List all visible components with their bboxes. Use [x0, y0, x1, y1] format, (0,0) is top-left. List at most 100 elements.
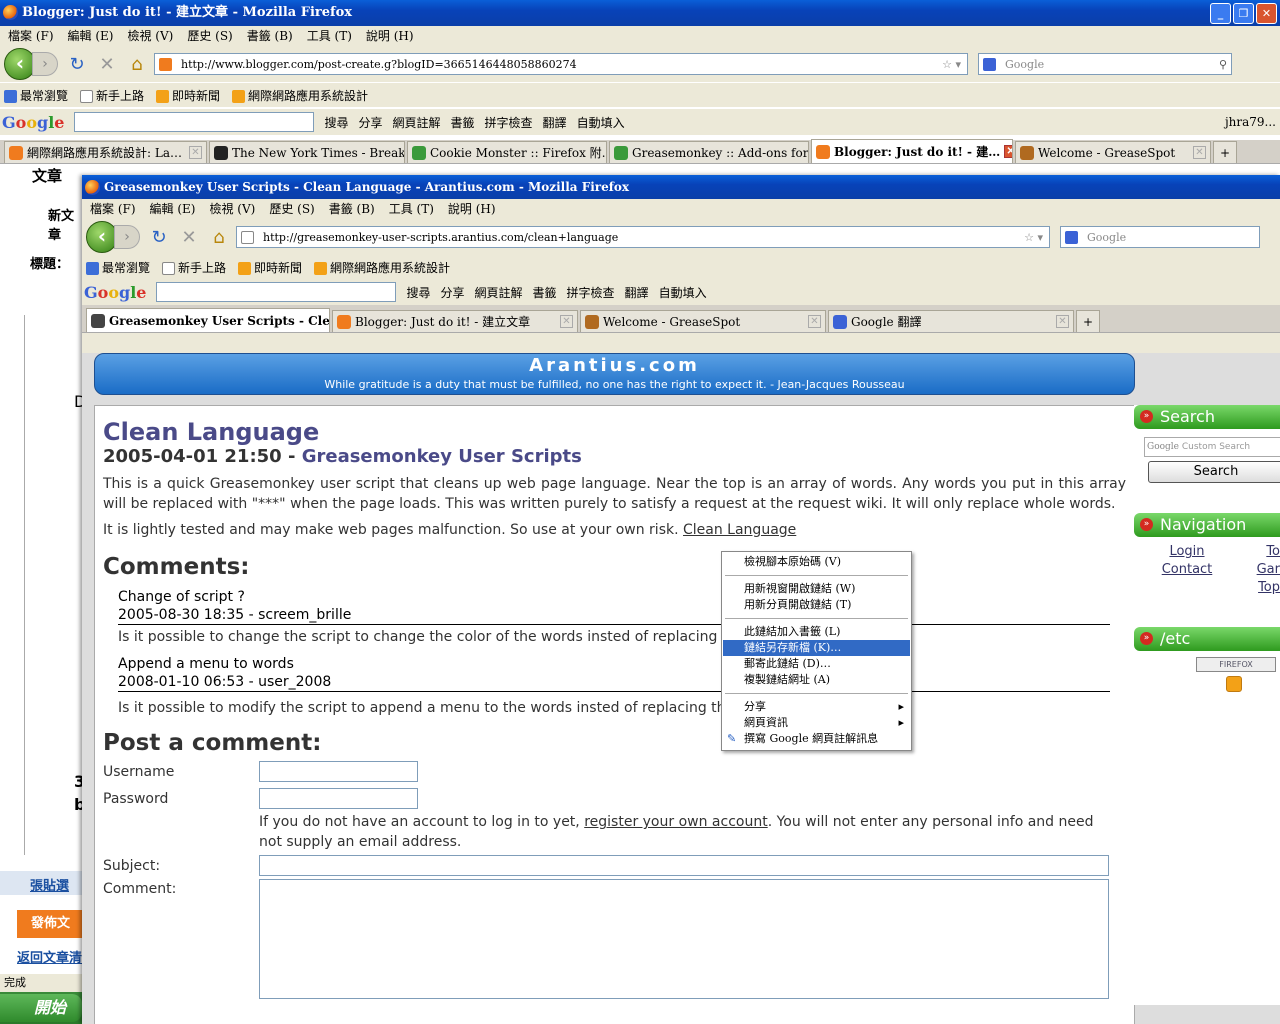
close-icon[interactable]: ✕ — [1256, 3, 1277, 24]
ctx-bookmark-link[interactable]: 此鏈結加入書籤 (L) — [723, 624, 910, 640]
tab-close-icon[interactable]: ✕ — [189, 146, 202, 159]
new-tab-button[interactable]: + — [1213, 141, 1237, 163]
bookmark-course[interactable]: 網際網路應用系統設計 — [314, 259, 450, 276]
category-link[interactable]: Greasemonkey User Scripts — [302, 446, 582, 467]
comment-textarea[interactable] — [259, 879, 1109, 999]
google-engine-icon[interactable] — [1065, 230, 1078, 244]
menu-help[interactable]: 說明 (H) — [366, 26, 414, 46]
stop-icon[interactable]: ✕ — [96, 54, 118, 75]
outer-tab-3[interactable]: Greasemonkey :: Add-ons for…✕ — [609, 141, 809, 163]
gtb-user[interactable]: jhra79... — [1225, 115, 1276, 129]
tab-close-icon[interactable]: ✕ — [1056, 315, 1069, 328]
outer-tab-5[interactable]: Welcome - GreaseSpot ✕ — [1015, 141, 1211, 163]
bookmark-getting-started[interactable]: 新手上路 — [80, 87, 144, 104]
inner-url-field[interactable]: http://greasemonkey-user-scripts.arantiu… — [236, 226, 1050, 248]
outer-tab-0[interactable]: 網際網路應用系統設計: La… ✕ — [4, 141, 207, 163]
ctx-share[interactable]: 分享 ▸ — [723, 699, 910, 715]
menu-file[interactable]: 檔案 (F) — [90, 199, 136, 219]
nav-login-link[interactable]: Login — [1134, 543, 1240, 561]
back-to-list-link[interactable]: 返回文章清 — [17, 947, 82, 966]
tab-close-icon[interactable]: ✕ — [560, 315, 573, 328]
tab-close-icon[interactable]: ✕ — [1004, 145, 1012, 158]
ctx-copy-link[interactable]: 複製鏈結網址 (A) — [723, 672, 910, 688]
outer-url-field[interactable]: http://www.blogger.com/post-create.g?blo… — [154, 53, 968, 75]
gtb-autofill[interactable]: 自動填入 — [577, 114, 625, 131]
outer-tab-1[interactable]: The New York Times - Break…✕ — [209, 141, 405, 163]
google-toolbar-search[interactable] — [74, 112, 315, 132]
gtb-bookmarks[interactable]: 書籤 — [451, 114, 475, 131]
rss-icon[interactable] — [1226, 676, 1242, 692]
outer-tab-4[interactable]: Blogger: Just do it! - 建…✕ — [811, 139, 1013, 163]
subject-input[interactable] — [259, 855, 1109, 876]
bookmark-news[interactable]: 即時新聞 — [156, 87, 220, 104]
firefox-badge[interactable]: FIREFOX — [1196, 657, 1276, 672]
gtb-translate[interactable]: 翻譯 — [543, 114, 567, 131]
sidebar-search-input[interactable]: Google Custom Search — [1144, 437, 1280, 457]
ctx-send-link[interactable]: 郵寄此鏈結 (D)… — [723, 656, 910, 672]
minimize-icon[interactable]: _ — [1210, 3, 1231, 24]
home-icon[interactable]: ⌂ — [208, 227, 230, 248]
menu-bookmarks[interactable]: 書籤 (B) — [329, 199, 375, 219]
gtb-bookmarks[interactable]: 書籤 — [533, 284, 557, 301]
gtb-share[interactable]: 分享 — [440, 284, 464, 301]
inner-search-field[interactable]: Google — [1060, 226, 1260, 248]
inner-tab-0[interactable]: Greasemonkey User Scripts - Cle…✕ — [86, 308, 330, 332]
username-input[interactable] — [259, 761, 418, 782]
nav-contact-link[interactable]: Contact — [1134, 561, 1240, 579]
maximize-icon[interactable]: ❐ — [1233, 3, 1254, 24]
outer-search-field[interactable]: Google ⚲ — [978, 53, 1232, 75]
new-tab-button[interactable]: + — [1076, 310, 1100, 332]
inner-tab-1[interactable]: Blogger: Just do it! - 建立文章 ✕ — [332, 310, 578, 332]
ctx-save-link-as[interactable]: 鏈結另存新檔 (K)… — [723, 640, 910, 656]
gtb-notebook[interactable]: 網頁註解 — [475, 284, 523, 301]
bookmark-getting-started[interactable]: 新手上路 — [162, 259, 226, 276]
sidebar-search-button[interactable]: Search — [1148, 461, 1280, 483]
tab-close-icon[interactable]: ✕ — [808, 315, 821, 328]
menu-edit[interactable]: 編輯 (E) — [150, 199, 196, 219]
inner-tab-2[interactable]: Welcome - GreaseSpot ✕ — [580, 310, 826, 332]
gtb-search[interactable]: 搜尋 — [406, 284, 430, 301]
fragment-post-options[interactable]: 張貼選 — [30, 875, 69, 894]
menu-tools[interactable]: 工具 (T) — [389, 199, 434, 219]
ctx-open-new-window[interactable]: 用新視窗開啟鏈結 (W) — [723, 581, 910, 597]
menu-file[interactable]: 檔案 (F) — [8, 26, 54, 46]
script-link[interactable]: Clean Language — [683, 522, 796, 538]
menu-bookmarks[interactable]: 書籤 (B) — [247, 26, 293, 46]
gtb-spellcheck[interactable]: 拼字檢查 — [485, 114, 533, 131]
inner-tab-3[interactable]: Google 翻譯 ✕ — [828, 310, 1074, 332]
outer-tab-2[interactable]: Cookie Monster :: Firefox 附…✕ — [407, 141, 607, 163]
reload-icon[interactable]: ↻ — [66, 54, 88, 75]
menu-tools[interactable]: 工具 (T) — [307, 26, 352, 46]
gtb-translate[interactable]: 翻譯 — [625, 284, 649, 301]
google-toolbar-search[interactable] — [156, 282, 397, 302]
ctx-page-info[interactable]: 網頁資訊 ▸ — [723, 715, 910, 731]
start-button[interactable]: 開始 — [0, 994, 82, 1022]
bookmark-news[interactable]: 即時新聞 — [238, 259, 302, 276]
search-icon[interactable]: ⚲ — [1219, 58, 1227, 71]
register-link[interactable]: register your own account — [584, 814, 767, 830]
gtb-search[interactable]: 搜尋 — [324, 114, 348, 131]
ctx-view-source[interactable]: 檢視腳本原始碼 (V) — [723, 554, 910, 570]
google-engine-icon[interactable] — [983, 57, 996, 71]
bookmark-course[interactable]: 網際網路應用系統設計 — [232, 87, 368, 104]
home-icon[interactable]: ⌂ — [126, 54, 148, 75]
fragment-new-post[interactable]: 新文章 — [48, 205, 82, 243]
bookmark-most-visited[interactable]: 最常瀏覽 — [86, 259, 150, 276]
nav-link[interactable]: To — [1240, 543, 1280, 561]
forward-button[interactable]: › — [32, 52, 58, 76]
gtb-spellcheck[interactable]: 拼字檢查 — [567, 284, 615, 301]
menu-view[interactable]: 檢視 (V) — [209, 199, 255, 219]
nav-link[interactable]: Gar — [1240, 561, 1280, 579]
ctx-google-notebook[interactable]: ✎ 撰寫 Google 網頁註解訊息 — [723, 731, 910, 747]
star-icon[interactable]: ☆ ▾ — [1024, 231, 1043, 244]
gtb-notebook[interactable]: 網頁註解 — [393, 114, 441, 131]
stop-icon[interactable]: ✕ — [178, 227, 200, 248]
bookmark-most-visited[interactable]: 最常瀏覽 — [4, 87, 68, 104]
ctx-open-new-tab[interactable]: 用新分頁開啟鏈結 (T) — [723, 597, 910, 613]
password-input[interactable] — [259, 788, 418, 809]
tab-close-icon[interactable]: ✕ — [1193, 146, 1206, 159]
nav-link[interactable]: Top — [1240, 579, 1280, 597]
menu-help[interactable]: 說明 (H) — [448, 199, 496, 219]
menu-edit[interactable]: 編輯 (E) — [68, 26, 114, 46]
star-icon[interactable]: ☆ ▾ — [942, 58, 961, 71]
